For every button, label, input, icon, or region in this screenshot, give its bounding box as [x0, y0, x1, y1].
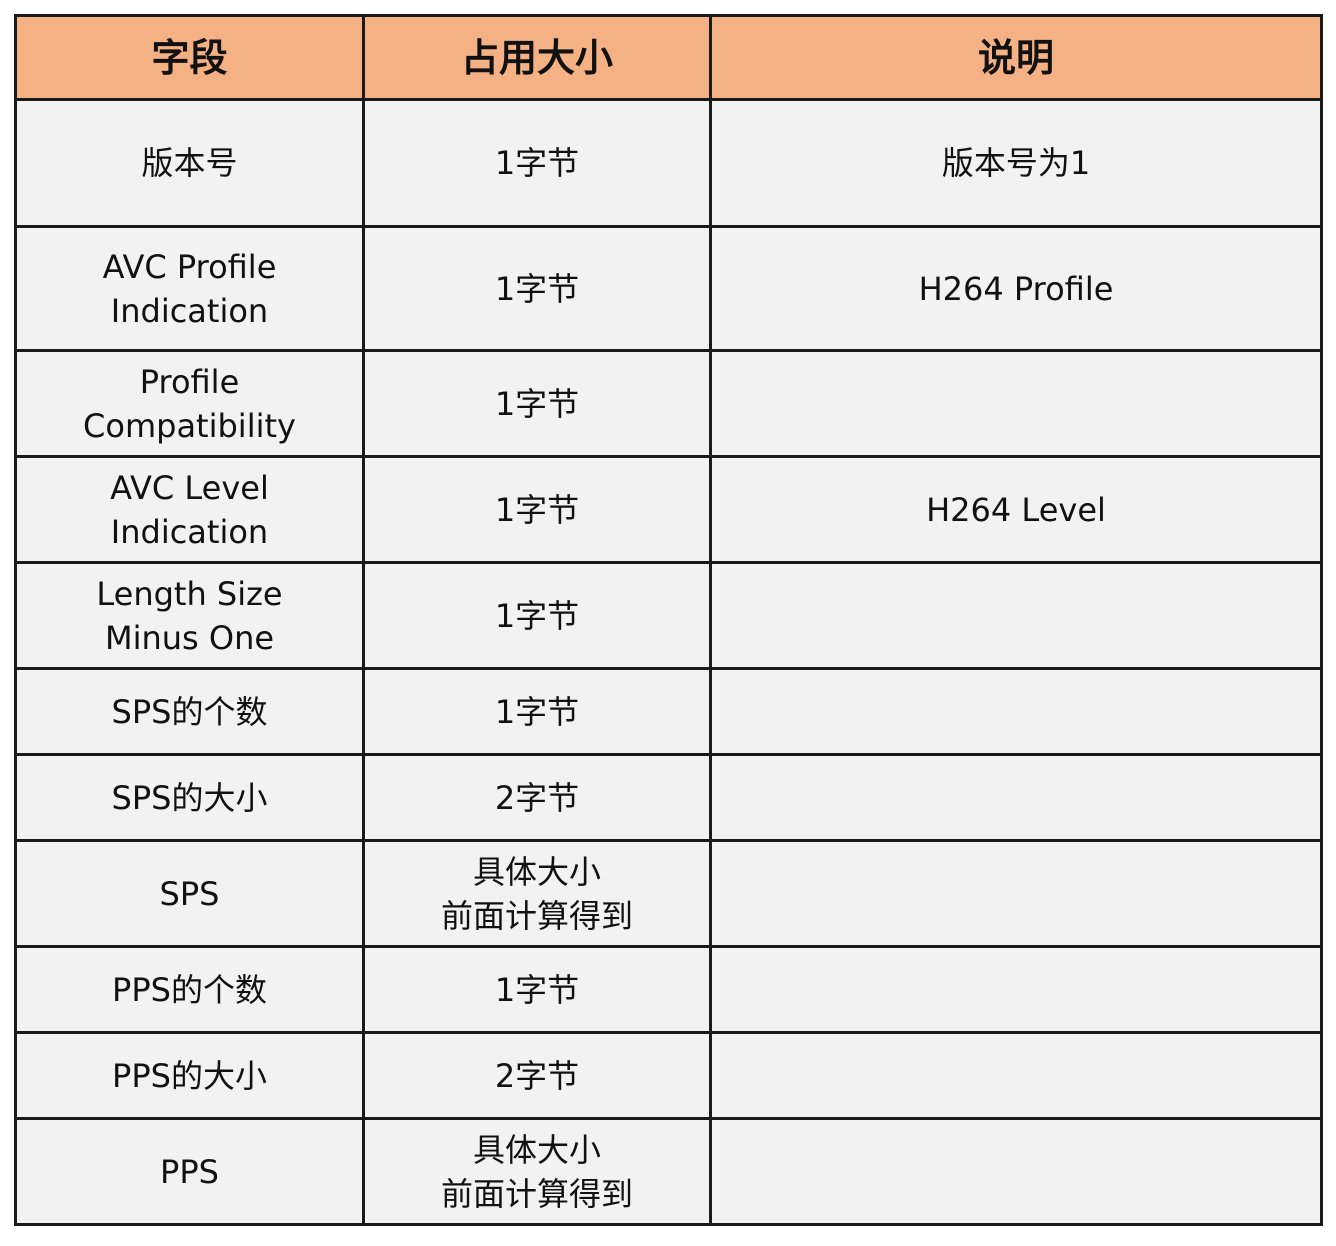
cell-field: PPS: [14, 1117, 365, 1226]
cell-size: 1字节: [362, 225, 712, 352]
header-field: 字段: [14, 14, 365, 101]
table-row: PPS的大小 2字节: [14, 1031, 1323, 1120]
cell-field: SPS: [14, 839, 365, 948]
header-size: 占用大小: [362, 14, 712, 101]
cell-description: [709, 1117, 1323, 1226]
table-row: SPS的个数 1字节: [14, 667, 1323, 756]
cell-size: 1字节: [362, 455, 712, 564]
cell-description: 版本号为1: [709, 98, 1323, 228]
header-description: 说明: [709, 14, 1323, 101]
cell-size: 1字节: [362, 667, 712, 756]
table-row: SPS 具体大小 前面计算得到: [14, 839, 1323, 948]
cell-description: [709, 839, 1323, 948]
cell-description: [709, 561, 1323, 670]
cell-description: H264 Level: [709, 455, 1323, 564]
spec-table: 字段 占用大小 说明 版本号 1字节 版本号为1 AVC Profile Ind…: [14, 14, 1323, 1226]
cell-field: 版本号: [14, 98, 365, 228]
cell-size: 1字节: [362, 561, 712, 670]
table-row: 版本号 1字节 版本号为1: [14, 98, 1323, 228]
cell-size: 1字节: [362, 349, 712, 458]
table-row: Profile Compatibility 1字节: [14, 349, 1323, 458]
cell-field: PPS的个数: [14, 945, 365, 1034]
table-body: 版本号 1字节 版本号为1 AVC Profile Indication 1字节…: [14, 98, 1323, 1226]
cell-description: [709, 1031, 1323, 1120]
cell-size: 具体大小 前面计算得到: [362, 839, 712, 948]
cell-field: Profile Compatibility: [14, 349, 365, 458]
cell-size: 具体大小 前面计算得到: [362, 1117, 712, 1226]
cell-description: H264 Profile: [709, 225, 1323, 352]
cell-field: SPS的个数: [14, 667, 365, 756]
cell-field: SPS的大小: [14, 753, 365, 842]
cell-description: [709, 349, 1323, 458]
cell-field: Length Size Minus One: [14, 561, 365, 670]
cell-field: AVC Profile Indication: [14, 225, 365, 352]
cell-size: 1字节: [362, 98, 712, 228]
table-header: 字段 占用大小 说明: [14, 14, 1323, 101]
cell-description: [709, 753, 1323, 842]
cell-field: AVC Level Indication: [14, 455, 365, 564]
table-row: PPS 具体大小 前面计算得到: [14, 1117, 1323, 1226]
table-row: Length Size Minus One 1字节: [14, 561, 1323, 670]
table-row: PPS的个数 1字节: [14, 945, 1323, 1034]
header-row: 字段 占用大小 说明: [14, 14, 1323, 101]
cell-size: 2字节: [362, 753, 712, 842]
table-row: AVC Profile Indication 1字节 H264 Profile: [14, 225, 1323, 352]
cell-description: [709, 945, 1323, 1034]
table-row: SPS的大小 2字节: [14, 753, 1323, 842]
cell-size: 2字节: [362, 1031, 712, 1120]
cell-size: 1字节: [362, 945, 712, 1034]
cell-field: PPS的大小: [14, 1031, 365, 1120]
cell-description: [709, 667, 1323, 756]
table-row: AVC Level Indication 1字节 H264 Level: [14, 455, 1323, 564]
